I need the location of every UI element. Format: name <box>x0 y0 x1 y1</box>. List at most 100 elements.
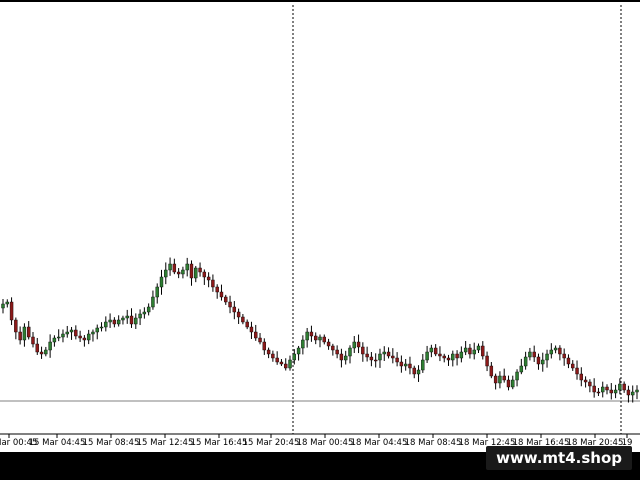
candle-body <box>609 389 613 394</box>
candle-body <box>429 347 434 353</box>
candle-body <box>515 371 519 381</box>
candle-body <box>142 311 147 315</box>
candle-body <box>228 301 232 308</box>
candle-body <box>601 386 605 393</box>
candle-body <box>86 333 91 341</box>
candle-body <box>425 351 429 361</box>
candle-body <box>459 351 464 359</box>
candle-body <box>172 263 177 273</box>
candle-body <box>69 329 74 333</box>
candle-body <box>596 391 601 394</box>
candle-body <box>386 351 391 357</box>
candle-body <box>249 326 254 333</box>
candle-body <box>284 363 288 369</box>
candle-body <box>403 363 408 367</box>
candle-body <box>528 351 532 358</box>
candle-body <box>626 389 631 396</box>
candle-body <box>296 347 301 355</box>
candle-body <box>99 326 104 329</box>
candle-body <box>266 349 271 355</box>
candle-body <box>22 326 27 341</box>
candle-body <box>468 347 472 355</box>
candle-body <box>275 357 279 363</box>
candle-body <box>52 337 57 343</box>
candle-body <box>318 336 322 341</box>
candle-body <box>442 355 446 359</box>
candle-body <box>592 385 596 393</box>
candle-body <box>361 346 365 355</box>
candle-body <box>1 303 5 309</box>
candle-body <box>553 347 558 351</box>
candle-body <box>579 373 584 381</box>
candle-body <box>588 381 592 387</box>
x-tick-label: 15 Mar 12:45 <box>137 438 194 448</box>
candle-body <box>134 317 138 325</box>
candle-body <box>189 263 194 279</box>
candle-body <box>116 319 121 325</box>
candle-body <box>232 306 237 313</box>
candle-body <box>129 315 134 325</box>
candle-body <box>125 315 129 319</box>
candle-body <box>301 339 305 349</box>
candle-body <box>352 341 356 349</box>
candle-body <box>322 336 326 343</box>
candle-body <box>438 353 442 357</box>
candle-body <box>48 341 52 351</box>
candle-body <box>481 345 485 357</box>
x-tick-label: 15 Mar 16:45 <box>191 438 248 448</box>
price-chart[interactable]: 15 Mar 00:4515 Mar 04:4515 Mar 08:4515 M… <box>0 2 640 454</box>
candle-body <box>558 347 562 355</box>
candle-body <box>202 271 207 278</box>
candle-body <box>613 389 618 394</box>
candle-body <box>309 331 314 337</box>
candle-body <box>583 379 588 383</box>
x-tick-label: 15 Mar 20:45 <box>243 438 300 448</box>
candle-body <box>211 279 215 288</box>
candle-body <box>56 336 61 339</box>
candle-body <box>326 341 331 347</box>
candle-body <box>164 269 168 278</box>
candle-body <box>44 349 48 355</box>
candle-body <box>279 361 284 365</box>
candle-body <box>5 301 9 305</box>
candle-body <box>258 337 262 343</box>
candle-body <box>416 369 421 375</box>
candle-body <box>622 383 626 391</box>
candle-body <box>571 363 575 369</box>
candle-body <box>399 361 404 367</box>
candle-body <box>27 326 31 338</box>
candle-body <box>65 331 69 335</box>
candle-body <box>378 353 382 361</box>
candle-body <box>511 379 515 388</box>
candle-body <box>236 311 241 318</box>
candle-body <box>489 365 494 377</box>
watermark: www.mt4.shop <box>486 446 632 470</box>
candle-body <box>493 375 498 384</box>
candle-body <box>138 313 142 319</box>
candle-body <box>545 353 549 361</box>
candle-body <box>215 286 219 293</box>
candle-body <box>472 349 476 355</box>
candle-body <box>314 335 318 341</box>
chart-area[interactable]: 15 Mar 00:4515 Mar 04:4515 Mar 08:4515 M… <box>0 0 640 452</box>
candle-body <box>112 319 117 325</box>
candle-body <box>206 276 211 281</box>
candle-body <box>408 363 412 369</box>
candle-body <box>421 359 425 371</box>
candle-body <box>245 321 249 328</box>
candle-body <box>39 351 44 355</box>
candle-body <box>476 345 481 351</box>
candle-body <box>305 331 309 341</box>
candle-body <box>288 359 292 369</box>
candle-body <box>9 301 14 321</box>
candle-body <box>532 351 536 358</box>
candle-body <box>339 353 344 361</box>
candle-body <box>562 353 566 359</box>
candle-body <box>185 263 189 271</box>
candle-body <box>254 331 258 339</box>
candle-body <box>159 276 164 288</box>
candle-body <box>502 375 506 381</box>
candle-body <box>506 379 511 388</box>
candle-body <box>155 286 159 298</box>
candle-body <box>91 331 95 335</box>
